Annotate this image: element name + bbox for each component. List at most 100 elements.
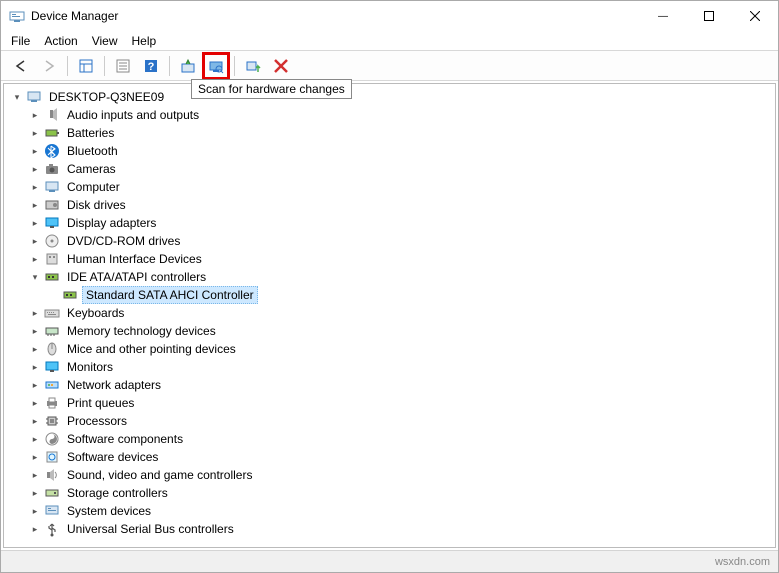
tree-child-node[interactable]: Standard SATA AHCI Controller — [10, 286, 769, 304]
expander-icon[interactable]: ▸ — [28, 468, 42, 482]
ide-icon — [62, 287, 78, 303]
tree-node-label: Cameras — [64, 161, 119, 177]
device-tree[interactable]: ▾ DESKTOP-Q3NEE09 ▸Audio inputs and outp… — [3, 83, 776, 548]
tree-node[interactable]: ▸ Disk drives — [10, 196, 769, 214]
expander-icon[interactable]: ▸ — [28, 504, 42, 518]
softcomp-icon — [44, 431, 60, 447]
menu-file[interactable]: File — [11, 34, 30, 48]
tree-node-label: Human Interface Devices — [64, 251, 205, 267]
tree-node[interactable]: ▸ Batteries — [10, 124, 769, 142]
expander-icon[interactable]: ▸ — [28, 450, 42, 464]
tree-node-label: Processors — [64, 413, 130, 429]
storage-icon — [44, 485, 60, 501]
maximize-button[interactable] — [686, 1, 732, 31]
separator — [104, 56, 105, 76]
expander-icon[interactable]: ▸ — [28, 180, 42, 194]
statusbar: wsxdn.com — [1, 550, 778, 572]
uninstall-device-button[interactable] — [241, 54, 265, 78]
expander-icon[interactable]: ▸ — [28, 324, 42, 338]
expander-icon[interactable]: ▸ — [28, 144, 42, 158]
tree-root-node[interactable]: ▾ DESKTOP-Q3NEE09 — [10, 88, 769, 106]
disable-device-button[interactable] — [269, 54, 293, 78]
expander-icon[interactable]: ▸ — [28, 234, 42, 248]
tree-node[interactable]: ▸ Human Interface Devices — [10, 250, 769, 268]
menu-action[interactable]: Action — [44, 34, 77, 48]
minimize-button[interactable]: — — [640, 1, 686, 31]
tree-node[interactable]: ▾IDE ATA/ATAPI controllers — [10, 268, 769, 286]
tree-node[interactable]: ▸DVD/CD-ROM drives — [10, 232, 769, 250]
audio-icon — [44, 107, 60, 123]
menubar: File Action View Help — [1, 31, 778, 51]
expander-icon[interactable]: ▸ — [28, 108, 42, 122]
expander-icon[interactable]: ▸ — [28, 306, 42, 320]
expander-icon[interactable]: ▸ — [28, 396, 42, 410]
tree-node[interactable]: ▸Print queues — [10, 394, 769, 412]
expander-icon[interactable]: ▾ — [10, 90, 24, 104]
softdev-icon — [44, 449, 60, 465]
tree-node[interactable]: ▸ System devices — [10, 502, 769, 520]
dvd-icon — [44, 233, 60, 249]
tree-node-label: Standard SATA AHCI Controller — [82, 286, 258, 304]
show-hide-tree-button[interactable] — [74, 54, 98, 78]
tree-node[interactable]: ▸Computer — [10, 178, 769, 196]
properties-button[interactable] — [111, 54, 135, 78]
tree-node-label: Keyboards — [64, 305, 127, 321]
tree-node[interactable]: ▸Memory technology devices — [10, 322, 769, 340]
printer-icon — [44, 395, 60, 411]
expander-icon[interactable]: ▸ — [28, 486, 42, 500]
tree-node[interactable]: ▸Storage controllers — [10, 484, 769, 502]
tree-node[interactable]: ▸Display adapters — [10, 214, 769, 232]
expander-icon[interactable]: ▸ — [28, 252, 42, 266]
tree-node-label: System devices — [64, 503, 154, 519]
expander-icon[interactable]: ▸ — [28, 432, 42, 446]
usb-icon — [44, 521, 60, 537]
tree-node-label: Universal Serial Bus controllers — [64, 521, 237, 537]
tree-node[interactable]: ▸ Mice and other pointing devices — [10, 340, 769, 358]
menu-help[interactable]: Help — [132, 34, 157, 48]
watermark: wsxdn.com — [715, 556, 770, 568]
tree-node[interactable]: ▸ Software components — [10, 430, 769, 448]
battery-icon — [44, 125, 60, 141]
tree-node-label: Software components — [64, 431, 186, 447]
expander-icon[interactable]: ▸ — [28, 522, 42, 536]
titlebar: Device Manager — — [1, 1, 778, 31]
separator — [67, 56, 68, 76]
scan-hardware-button[interactable] — [204, 54, 228, 78]
tree-node-label: Disk drives — [64, 197, 129, 213]
tree-node-label: Batteries — [64, 125, 117, 141]
expander-icon[interactable]: ▸ — [28, 360, 42, 374]
ide-icon — [44, 269, 60, 285]
menu-view[interactable]: View — [92, 34, 118, 48]
expander-icon[interactable]: ▸ — [28, 414, 42, 428]
expander-icon[interactable]: ▸ — [28, 126, 42, 140]
bluetooth-icon — [44, 143, 60, 159]
tree-node[interactable]: ▸Network adapters — [10, 376, 769, 394]
tree-node-label: Mice and other pointing devices — [64, 341, 239, 357]
tree-node[interactable]: ▸Software devices — [10, 448, 769, 466]
tree-node[interactable]: ▸Monitors — [10, 358, 769, 376]
tree-node[interactable]: ▸ Universal Serial Bus controllers — [10, 520, 769, 538]
tree-node[interactable]: ▸Bluetooth — [10, 142, 769, 160]
close-button[interactable] — [732, 1, 778, 31]
help-button[interactable]: ? — [139, 54, 163, 78]
hid-icon — [44, 251, 60, 267]
toolbar: ? Scan for hardware changes — [1, 51, 778, 81]
update-driver-button[interactable] — [176, 54, 200, 78]
system-icon — [44, 503, 60, 519]
expander-icon[interactable]: ▸ — [28, 162, 42, 176]
tree-node[interactable]: ▸ Keyboards — [10, 304, 769, 322]
expander-icon[interactable]: ▸ — [28, 342, 42, 356]
back-button[interactable] — [9, 54, 33, 78]
expander-icon[interactable] — [46, 288, 60, 302]
window-title: Device Manager — [31, 9, 118, 23]
expander-icon[interactable]: ▸ — [28, 216, 42, 230]
tree-node[interactable]: ▸ Processors — [10, 412, 769, 430]
tree-node[interactable]: ▸Audio inputs and outputs — [10, 106, 769, 124]
expander-icon[interactable]: ▾ — [28, 270, 42, 284]
tree-node[interactable]: ▸ Cameras — [10, 160, 769, 178]
separator — [234, 56, 235, 76]
tree-node[interactable]: ▸Sound, video and game controllers — [10, 466, 769, 484]
forward-button[interactable] — [37, 54, 61, 78]
expander-icon[interactable]: ▸ — [28, 198, 42, 212]
expander-icon[interactable]: ▸ — [28, 378, 42, 392]
